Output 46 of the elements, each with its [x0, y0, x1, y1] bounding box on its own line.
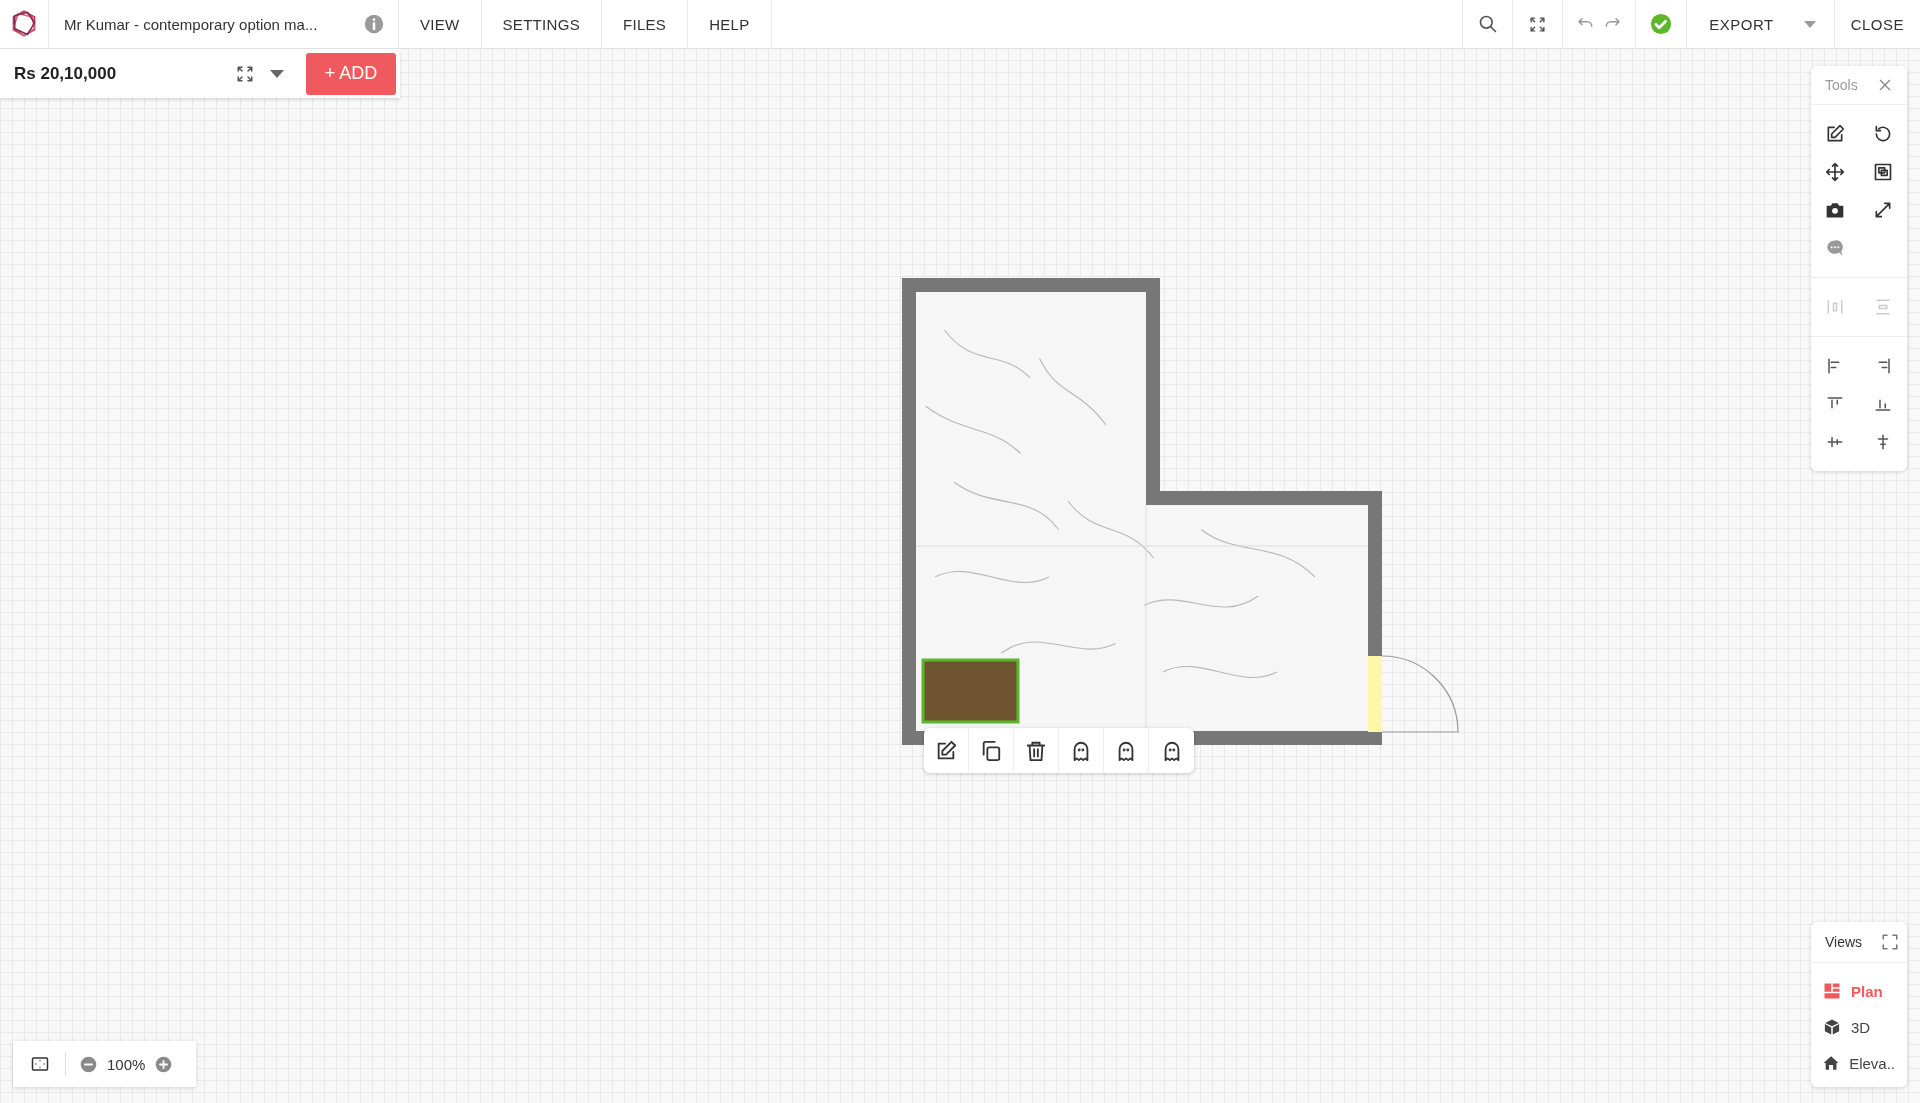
minus-icon [80, 1055, 97, 1073]
rotate-icon [1873, 124, 1893, 144]
price-total: Rs 20,10,000 [14, 63, 118, 84]
export-button[interactable]: EXPORT [1686, 0, 1834, 48]
logo-icon[interactable] [10, 10, 38, 38]
info-icon[interactable] [364, 14, 384, 34]
panel-title: Views [1825, 934, 1863, 950]
resize-icon [1873, 200, 1893, 220]
project-title: Mr Kumar - contemporary option ma... [64, 15, 318, 33]
edit-icon [1825, 124, 1845, 144]
3d-icon [1823, 1018, 1841, 1036]
zoom-level: 100% [107, 1055, 146, 1073]
comment-icon [1825, 238, 1845, 258]
search-icon [1477, 14, 1498, 34]
group-icon [1873, 162, 1893, 182]
plan-icon [1823, 982, 1841, 1000]
fullscreen-button[interactable] [1881, 933, 1899, 951]
frame-icon [1881, 933, 1899, 951]
camera-icon [1825, 200, 1845, 220]
close-button[interactable]: CLOSE [1833, 0, 1920, 48]
expand-icon [1529, 15, 1547, 33]
zoom-out-button[interactable] [80, 1055, 97, 1073]
move-button[interactable] [1823, 160, 1847, 184]
fit-view-icon[interactable] [29, 1055, 51, 1073]
view-option[interactable]: Eleva.. [1811, 1045, 1907, 1081]
saved-check-icon [1650, 13, 1673, 35]
distribute-horizontal-icon [1826, 298, 1844, 316]
caret-icon[interactable] [270, 69, 284, 78]
plus-icon [155, 1055, 173, 1073]
close-icon [1877, 77, 1893, 93]
elevation-icon [1823, 1054, 1840, 1072]
edit-icon [935, 739, 957, 762]
menu-item[interactable]: SETTINGS [481, 0, 602, 48]
expand-icon[interactable] [236, 64, 254, 83]
zoom-in-button[interactable] [155, 1055, 173, 1073]
trash-icon [1025, 739, 1047, 762]
furniture-block[interactable] [921, 658, 1020, 724]
menu-item[interactable]: FILES [601, 0, 689, 48]
menu-item[interactable]: HELP [688, 0, 772, 48]
panel-title: Tools [1825, 77, 1858, 93]
view-option[interactable]: 3D [1811, 1009, 1907, 1045]
caret-icon [1803, 20, 1816, 28]
distribute-vertical-icon [1874, 298, 1892, 316]
move-icon [1825, 162, 1845, 182]
copy-icon [980, 739, 1002, 762]
menu-item[interactable]: VIEW [399, 0, 482, 48]
